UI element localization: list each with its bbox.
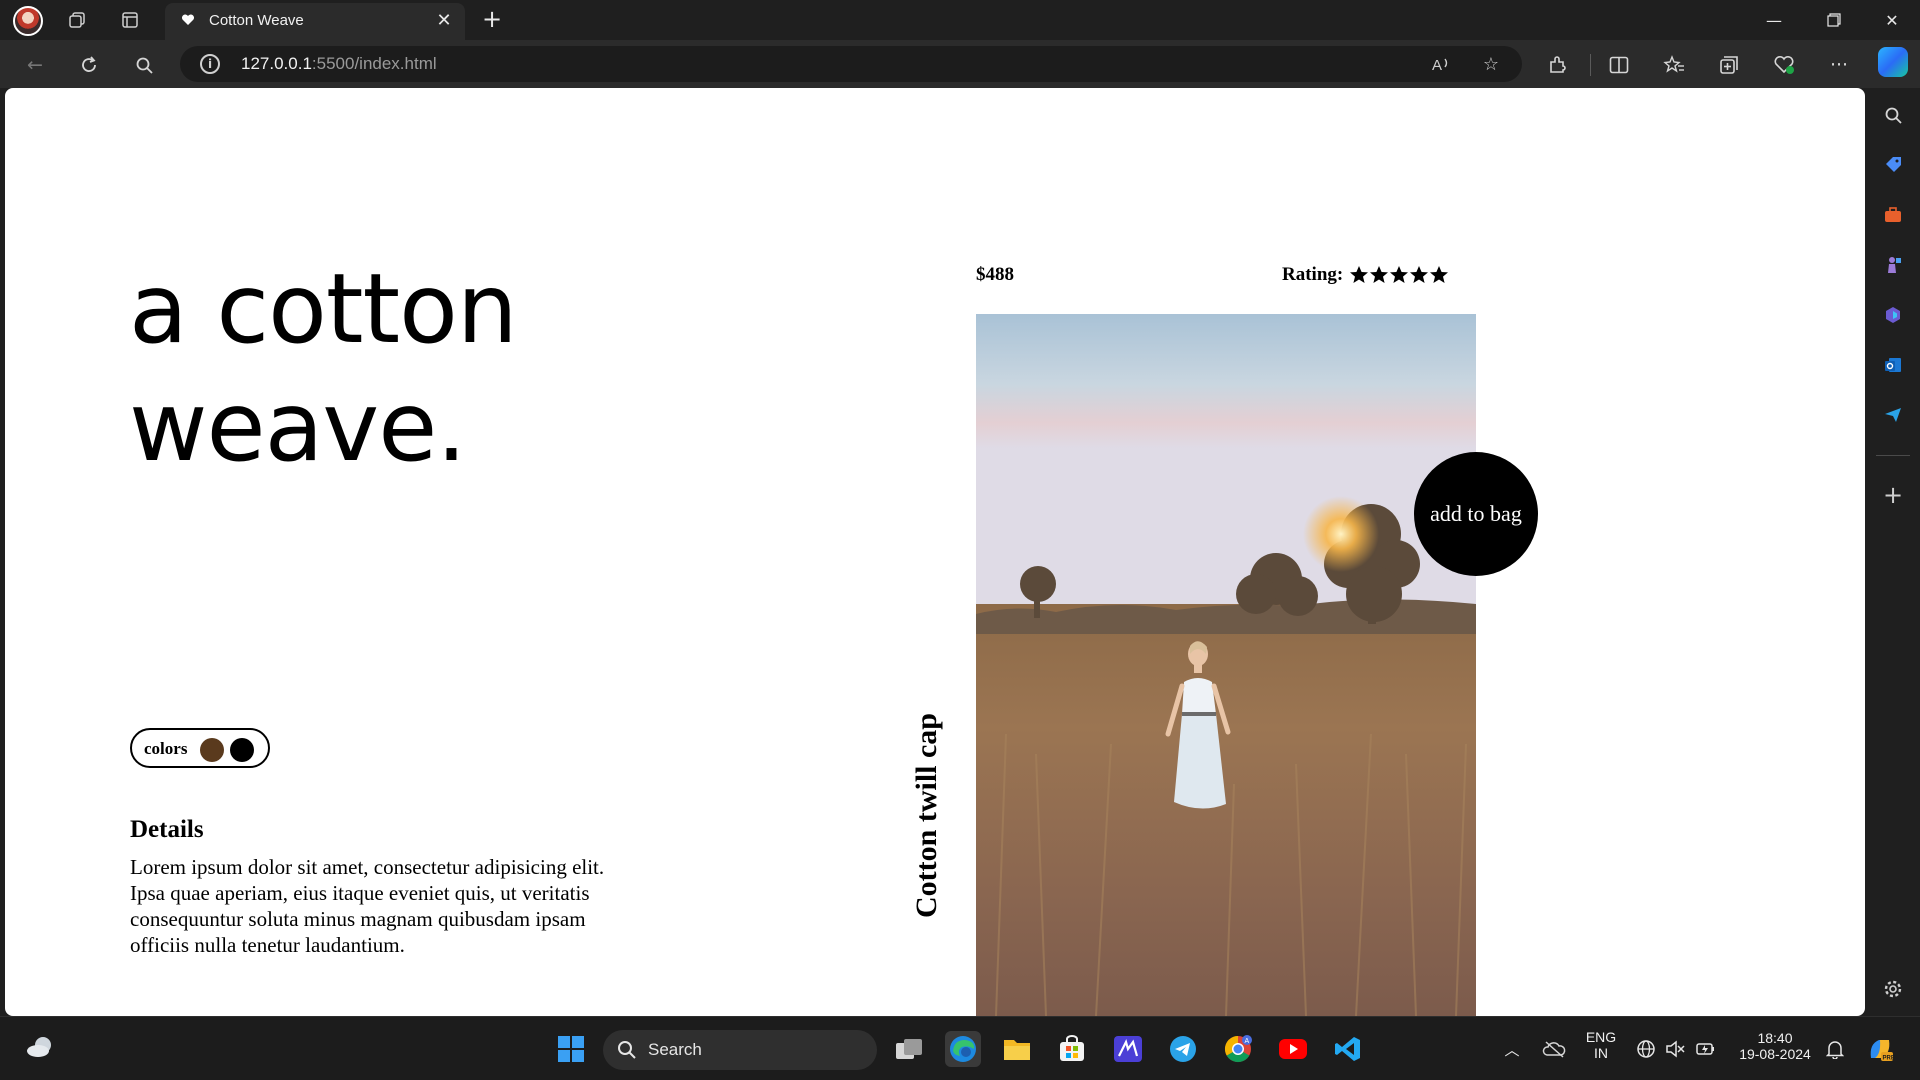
hero-heading: a cotton weave. <box>129 250 518 486</box>
language-line-2: IN <box>1594 1045 1608 1061</box>
chrome-icon[interactable]: A <box>1220 1031 1256 1067</box>
edge-sidebar: + <box>1866 88 1920 1016</box>
profile-avatar[interactable] <box>13 6 43 36</box>
sidebar-settings-gear-icon[interactable] <box>1877 973 1909 1005</box>
browser-toolbar: ← i 127.0.0.1:5500/index.html A ☆ ··· <box>0 40 1920 88</box>
taskbar-search[interactable]: Search <box>603 1030 877 1070</box>
tab-close-icon[interactable]: ✕ <box>433 10 455 32</box>
more-options-icon[interactable]: ··· <box>1824 50 1854 80</box>
sidebar-divider <box>1876 455 1910 456</box>
rating-label: Rating: <box>1282 264 1344 285</box>
hero-line-1: a cotton <box>129 253 518 365</box>
svg-text:PRE: PRE <box>1883 1056 1895 1062</box>
add-to-bag-button[interactable]: add to bag <box>1414 452 1538 576</box>
vertical-tabs-icon[interactable] <box>116 6 144 34</box>
product-price: $488 <box>976 264 1014 285</box>
code-editor-app-icon[interactable] <box>1110 1031 1146 1067</box>
minimize-icon[interactable]: — <box>1746 0 1802 40</box>
rating-star-icon <box>1390 266 1409 283</box>
tab-strip: Cotton Weave ✕ + — ✕ <box>0 0 1920 40</box>
rating-stars <box>1349 265 1449 285</box>
details-body: Lorem ipsum dolor sit amet, consectetur … <box>130 855 605 957</box>
favorite-star-icon[interactable]: ☆ <box>1477 50 1505 78</box>
games-chess-icon[interactable] <box>1877 249 1909 281</box>
toolbar-separator <box>1590 54 1591 76</box>
taskbar-search-label: Search <box>648 1040 702 1059</box>
site-info-icon[interactable]: i <box>200 54 220 74</box>
hero-line-2: weave. <box>129 371 467 483</box>
microsoft-365-icon[interactable] <box>1877 299 1909 331</box>
language-line-1: ENG <box>1585 1029 1617 1045</box>
url-text[interactable]: 127.0.0.1:5500/index.html <box>241 54 437 74</box>
send-plane-icon[interactable] <box>1877 399 1909 431</box>
add-sidebar-app-icon[interactable]: + <box>1877 479 1909 511</box>
colors-label: colors <box>144 739 188 758</box>
file-explorer-icon[interactable] <box>999 1031 1035 1067</box>
svg-text:A: A <box>1245 1038 1250 1045</box>
windows-taskbar: Search A ︿ ENG IN 18:40 19-08-2024 PRE <box>0 1016 1920 1080</box>
tab-cotton-weave[interactable]: Cotton Weave ✕ <box>165 3 465 40</box>
task-view-icon[interactable] <box>891 1031 927 1067</box>
edge-browser-icon[interactable] <box>945 1031 981 1067</box>
rating-star-icon <box>1370 266 1389 283</box>
read-aloud-icon[interactable]: A <box>1428 50 1456 78</box>
heart-favicon-icon <box>181 13 197 29</box>
close-window-icon[interactable]: ✕ <box>1864 0 1920 40</box>
outlook-icon[interactable] <box>1877 349 1909 381</box>
details-heading: Details <box>130 816 204 843</box>
start-windows-icon[interactable] <box>553 1031 589 1067</box>
favorites-icon[interactable] <box>1659 50 1689 80</box>
tab-title: Cotton Weave <box>209 12 304 29</box>
workspaces-icon[interactable] <box>63 6 91 34</box>
clock-time: 18:40 <box>1757 1030 1793 1046</box>
url-host: 127.0.0.1 <box>241 54 312 73</box>
collections-icon[interactable] <box>1714 50 1744 80</box>
battery-charging-icon[interactable] <box>1688 1031 1724 1067</box>
product-rating: Rating: <box>1282 264 1449 286</box>
new-tab-icon[interactable]: + <box>478 6 506 34</box>
url-path: :5500/index.html <box>311 54 437 73</box>
rating-star-icon <box>1350 266 1369 283</box>
onedrive-offline-icon[interactable] <box>1536 1031 1572 1067</box>
vscode-icon[interactable] <box>1330 1031 1366 1067</box>
shopping-tag-icon[interactable] <box>1877 149 1909 181</box>
copilot-icon[interactable] <box>1878 47 1908 77</box>
extensions-icon[interactable] <box>1542 50 1572 80</box>
notifications-bell-icon[interactable] <box>1817 1031 1853 1067</box>
field-scene-image <box>976 314 1476 1016</box>
rating-star-icon <box>1430 266 1449 283</box>
weather-widget-icon[interactable] <box>22 1029 58 1065</box>
page-viewport: a cotton weave. colors Details Lorem ips… <box>5 88 1865 1016</box>
tray-overflow-chevron-icon[interactable]: ︿ <box>1494 1031 1530 1067</box>
product-name-vertical: Cotton twill cap <box>910 713 943 918</box>
rating-star-icon <box>1410 266 1429 283</box>
tools-briefcase-icon[interactable] <box>1877 199 1909 231</box>
language-indicator[interactable]: ENG IN <box>1583 1029 1619 1061</box>
sidebar-search-icon[interactable] <box>1877 99 1909 131</box>
back-arrow-icon[interactable]: ← <box>20 50 50 80</box>
microsoft-store-icon[interactable] <box>1054 1031 1090 1067</box>
browser-essentials-icon[interactable] <box>1769 50 1799 80</box>
clock-date: 19-08-2024 <box>1739 1046 1811 1062</box>
product-photo <box>976 314 1476 1016</box>
taskbar-search-icon <box>618 1041 636 1059</box>
address-bar[interactable]: i 127.0.0.1:5500/index.html A ☆ <box>180 46 1522 82</box>
colors-selector: colors <box>130 728 270 768</box>
copilot-taskbar-icon[interactable]: PRE <box>1862 1031 1898 1067</box>
split-screen-icon[interactable] <box>1604 50 1634 80</box>
clock[interactable]: 18:40 19-08-2024 <box>1730 1030 1820 1062</box>
restore-icon[interactable] <box>1806 0 1862 40</box>
color-swatch-brown[interactable] <box>200 738 224 762</box>
search-icon[interactable] <box>129 50 159 80</box>
refresh-icon[interactable] <box>74 50 104 80</box>
color-swatch-black[interactable] <box>230 738 254 762</box>
svg-text:A: A <box>1432 57 1442 73</box>
telegram-icon[interactable] <box>1165 1031 1201 1067</box>
youtube-icon[interactable] <box>1275 1031 1311 1067</box>
